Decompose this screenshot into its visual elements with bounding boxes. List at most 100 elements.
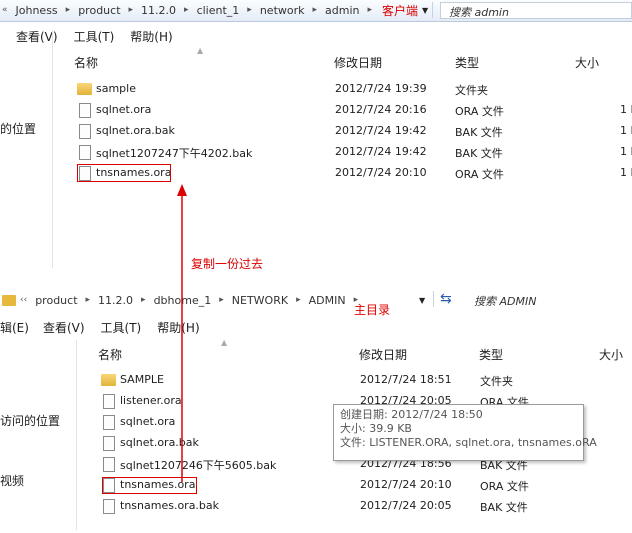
chevron-right-icon[interactable]: ▸ — [311, 5, 320, 15]
menu-help[interactable]: 帮助(H) — [130, 28, 172, 45]
copy-annotation: 复制一份过去 — [191, 257, 264, 271]
file-icon — [103, 457, 115, 472]
column-name[interactable]: 名称 — [98, 346, 122, 363]
bottom-crumb-dbhome[interactable]: dbhome_1 — [148, 294, 218, 307]
bottom-search-input[interactable]: 搜索 ADMIN — [466, 292, 632, 309]
file-row[interactable]: sqlnet.ora 2012/7/24 20:16 ORA 文件 1 K — [0, 100, 632, 121]
bottom-home-annotation: 主目录 — [354, 303, 391, 317]
file-row[interactable]: SAMPLE 2012/7/24 18:51 文件夹 — [0, 370, 632, 391]
file-date: 2012/7/24 20:10 — [360, 478, 452, 491]
top-crumb-network[interactable]: network — [254, 4, 311, 17]
tooltip-created: 创建日期: 2012/7/24 18:50 — [340, 408, 483, 421]
file-name: sqlnet1207246下午5605.bak — [120, 459, 277, 472]
top-crumb-product[interactable]: product — [72, 4, 126, 17]
column-date[interactable]: 修改日期 — [359, 346, 407, 363]
folder-icon — [2, 294, 16, 306]
file-icon — [103, 415, 115, 430]
file-type: 文件夹 — [480, 375, 513, 388]
file-date: 2012/7/24 19:42 — [335, 124, 427, 137]
file-row[interactable]: tnsnames.ora.bak 2012/7/24 20:05 BAK 文件 — [0, 496, 632, 517]
file-icon — [79, 103, 91, 118]
bottom-column-headers: 名称 修改日期 类型 大小 — [0, 344, 632, 364]
file-type: ORA 文件 — [455, 168, 504, 181]
menu-tools[interactable]: 工具(T) — [101, 319, 142, 336]
column-size[interactable]: 大小 — [575, 54, 599, 71]
file-row[interactable]: sample 2012/7/24 19:39 文件夹 — [0, 79, 632, 100]
folder-info-tooltip: 创建日期: 2012/7/24 18:50 大小: 39.9 KB 文件: LI… — [333, 404, 597, 461]
top-breadcrumb: « Johness ▸ product ▸ 11.2.0 ▸ client_1 ▸ ne… — [0, 0, 457, 20]
file-name: tnsnames.ora.bak — [120, 499, 220, 512]
bottom-crumb-network[interactable]: NETWORK — [226, 294, 294, 307]
file-icon — [103, 499, 115, 514]
top-explorer-window: « Johness ▸ product ▸ 11.2.0 ▸ client_1 ▸ ne… — [0, 0, 632, 268]
chevron-right-icon[interactable]: ▸ — [182, 5, 191, 15]
chevron-right-icon[interactable]: ▸ — [139, 295, 148, 305]
file-name: sample — [96, 82, 136, 95]
file-name: sqlnet1207247下午4202.bak — [96, 147, 253, 160]
bottom-crumb-admin[interactable]: ADMIN — [303, 294, 352, 307]
file-date: 2012/7/24 18:51 — [360, 373, 452, 386]
file-icon — [103, 436, 115, 451]
file-date: 2012/7/24 20:10 — [335, 166, 427, 179]
file-type: ORA 文件 — [480, 480, 529, 493]
file-name: sqlnet.ora — [120, 415, 176, 428]
top-crumb-admin[interactable]: admin — [319, 4, 365, 17]
chevron-right-icon[interactable]: ▸ — [217, 295, 226, 305]
file-date: 2012/7/24 19:39 — [335, 82, 427, 95]
top-client-annotation: 客户端 — [382, 3, 419, 18]
bottom-breadcrumb: ‹‹ product ▸ 11.2.0 ▸ dbhome_1 ▸ NETWORK ▸ A… — [0, 290, 360, 310]
chevron-right-icon[interactable]: ▸ — [84, 295, 93, 305]
bottom-menubar: 辑(E) 查看(V) 工具(T) 帮助(H) — [0, 317, 216, 337]
refresh-icon[interactable]: ⇆ — [433, 291, 458, 307]
top-crumb-johness[interactable]: Johness — [10, 4, 64, 17]
file-row[interactable]: tnsnames.ora 2012/7/24 20:10 ORA 文件 — [0, 475, 632, 496]
file-icon — [79, 145, 91, 160]
dropdown-arrow-icon[interactable]: ▼ — [415, 296, 429, 305]
bottom-crumb-product[interactable]: product — [29, 294, 83, 307]
file-row[interactable]: sqlnet1207247下午4202.bak 2012/7/24 19:42 … — [0, 142, 632, 163]
file-type: BAK 文件 — [480, 501, 528, 514]
top-column-headers: 名称 修改日期 类型 大小 — [0, 52, 632, 72]
file-size: 1 K — [620, 145, 632, 158]
file-date: 2012/7/24 19:42 — [335, 145, 427, 158]
menu-edit[interactable]: 辑(E) — [0, 319, 29, 336]
chevron-left-icon[interactable]: « — [0, 5, 10, 15]
file-date: 2012/7/24 20:16 — [335, 103, 427, 116]
menu-help[interactable]: 帮助(H) — [157, 319, 199, 336]
column-type[interactable]: 类型 — [455, 54, 479, 71]
menu-view[interactable]: 查看(V) — [43, 319, 85, 336]
chevron-right-icon[interactable]: ▸ — [245, 5, 254, 15]
file-type: ORA 文件 — [455, 105, 504, 118]
column-name[interactable]: 名称 — [74, 54, 98, 71]
file-name: listener.ora — [120, 394, 182, 407]
top-search-input[interactable]: 搜索 admin — [440, 2, 632, 19]
top-tnsnames-highlight — [77, 164, 171, 182]
file-name: sqlnet.ora.bak — [96, 124, 175, 137]
folder-icon — [77, 83, 92, 95]
file-size: 1 K — [620, 166, 632, 179]
folder-icon — [101, 374, 116, 386]
chevron-right-icon[interactable]: ▸ — [294, 295, 303, 305]
tooltip-files: 文件: LISTENER.ORA, sqlnet.ora, tnsnames.o… — [340, 436, 597, 449]
column-type[interactable]: 类型 — [479, 346, 503, 363]
file-row[interactable]: sqlnet.ora.bak 2012/7/24 19:42 BAK 文件 1 … — [0, 121, 632, 142]
menu-tools[interactable]: 工具(T) — [74, 28, 115, 45]
tooltip-size: 大小: 39.9 KB — [340, 422, 412, 435]
top-crumb-version[interactable]: 11.2.0 — [135, 4, 182, 17]
chevron-right-icon[interactable]: ▸ — [127, 5, 136, 15]
file-icon — [103, 394, 115, 409]
bottom-tnsnames-highlight — [102, 477, 197, 494]
chevron-left-icon[interactable]: ‹‹ — [18, 295, 29, 305]
column-size[interactable]: 大小 — [599, 346, 623, 363]
file-size: 1 K — [620, 103, 632, 116]
column-date[interactable]: 修改日期 — [334, 54, 382, 71]
chevron-right-icon[interactable]: ▸ — [64, 5, 73, 15]
top-crumb-client[interactable]: client_1 — [191, 4, 246, 17]
file-type: BAK 文件 — [455, 147, 503, 160]
bottom-crumb-version[interactable]: 11.2.0 — [92, 294, 139, 307]
file-type: 文件夹 — [455, 84, 488, 97]
file-name: sqlnet.ora.bak — [120, 436, 199, 449]
dropdown-arrow-icon[interactable]: ▼ — [418, 6, 432, 15]
file-date: 2012/7/24 20:05 — [360, 499, 452, 512]
chevron-right-icon[interactable]: ▸ — [366, 5, 375, 15]
